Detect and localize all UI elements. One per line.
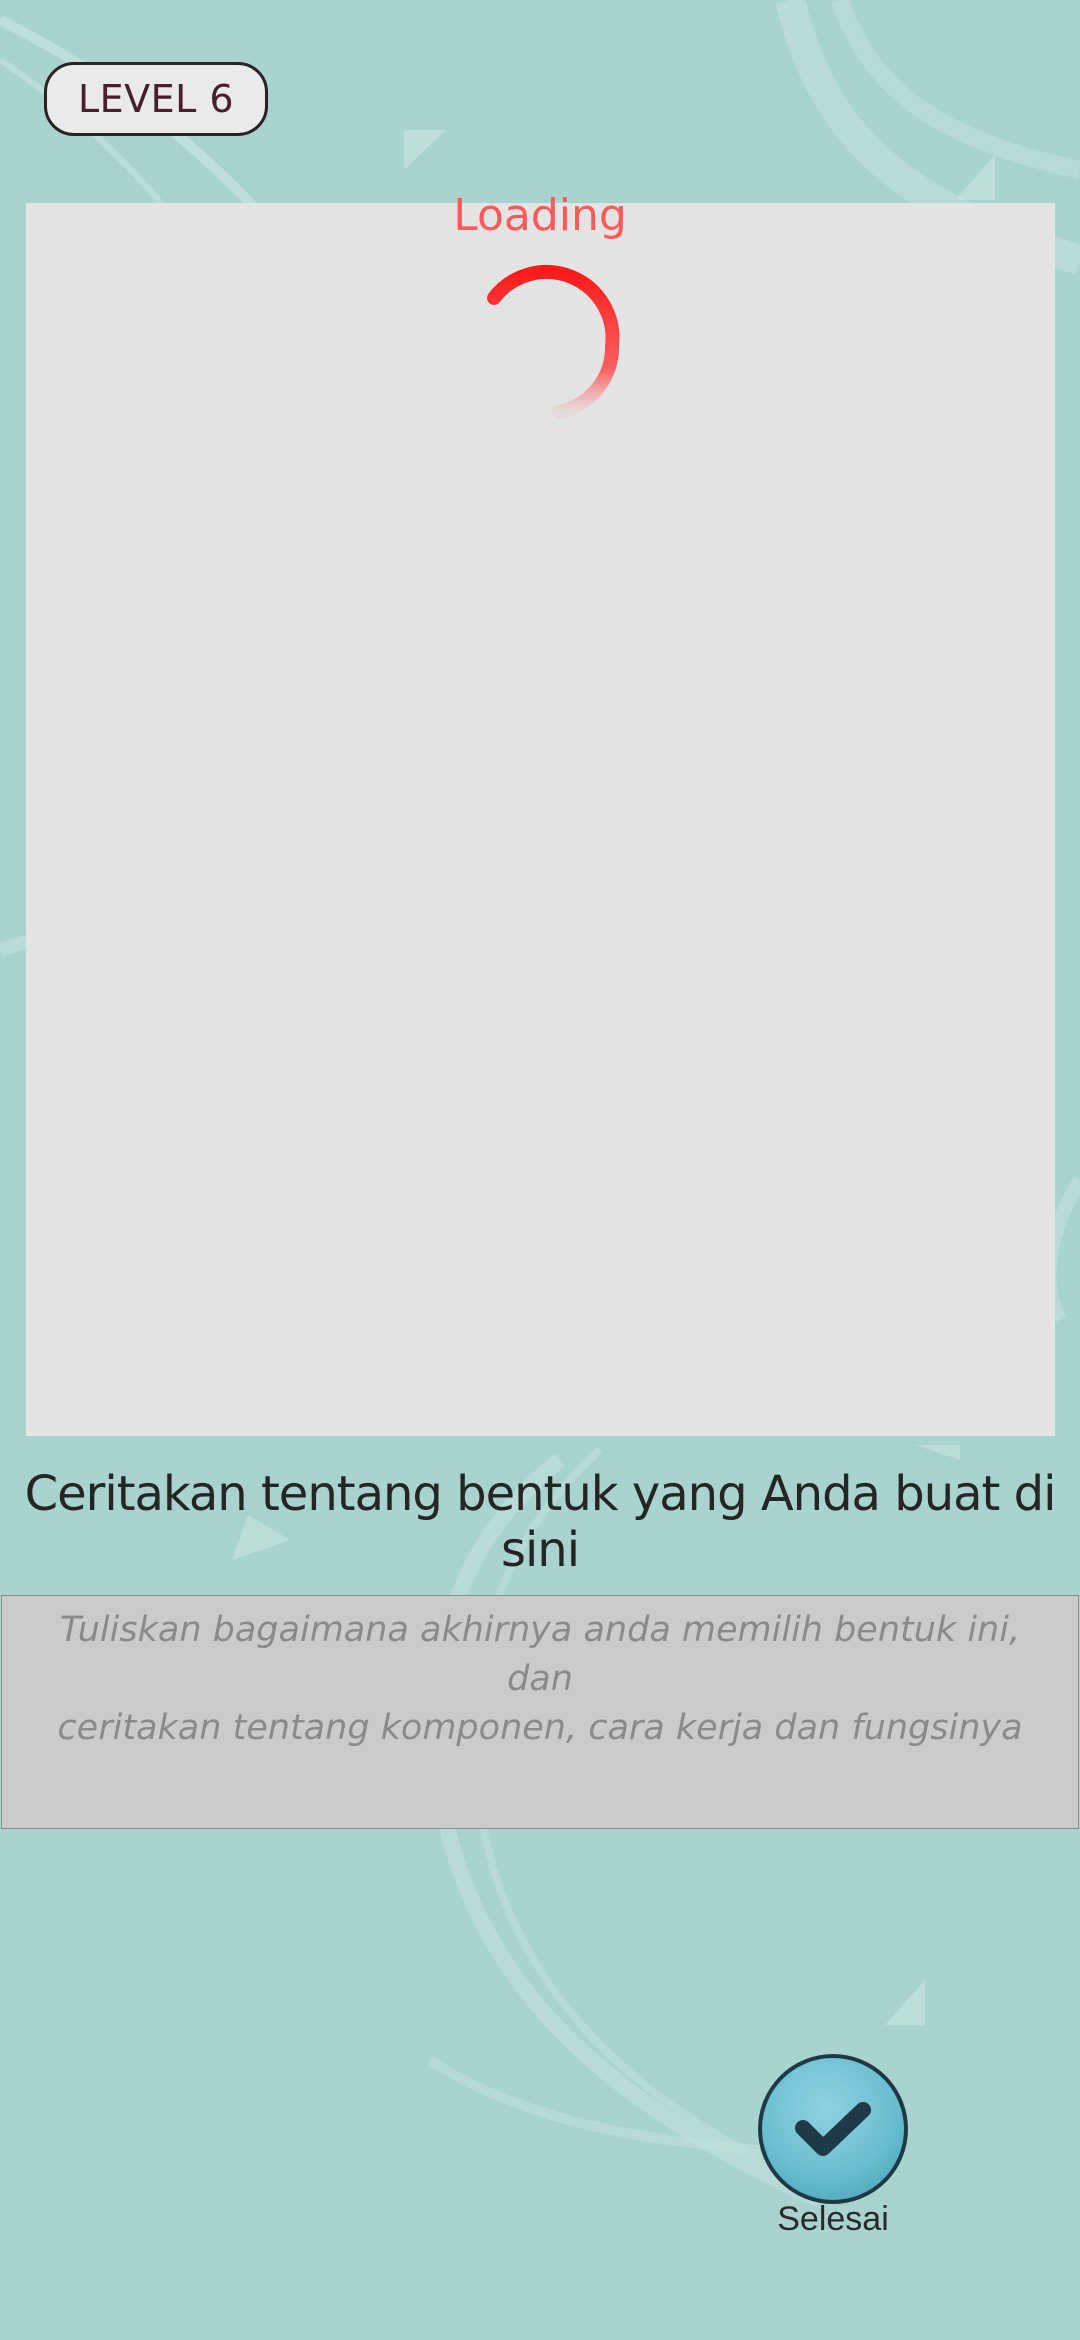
checkmark-icon	[795, 2102, 871, 2156]
level-label: LEVEL 6	[77, 77, 235, 121]
story-answer-field[interactable]: Tuliskan bagaimana akhirnya anda memilih…	[1, 1595, 1079, 1829]
answer-placeholder-line-2: ceritakan tentang komponen, cara kerja d…	[57, 1708, 1023, 1748]
story-prompt-heading: Ceritakan tentang bentuk yang Anda buat …	[24, 1466, 1057, 1578]
answer-placeholder-line-1: Tuliskan bagaimana akhirnya anda memilih…	[59, 1610, 1021, 1699]
loading-spinner-icon	[487, 265, 620, 419]
loading-label: Loading	[453, 190, 627, 241]
done-button-label[interactable]: Selesai	[740, 2200, 926, 2239]
level-badge: LEVEL 6	[44, 62, 268, 136]
done-button[interactable]	[758, 2054, 908, 2204]
